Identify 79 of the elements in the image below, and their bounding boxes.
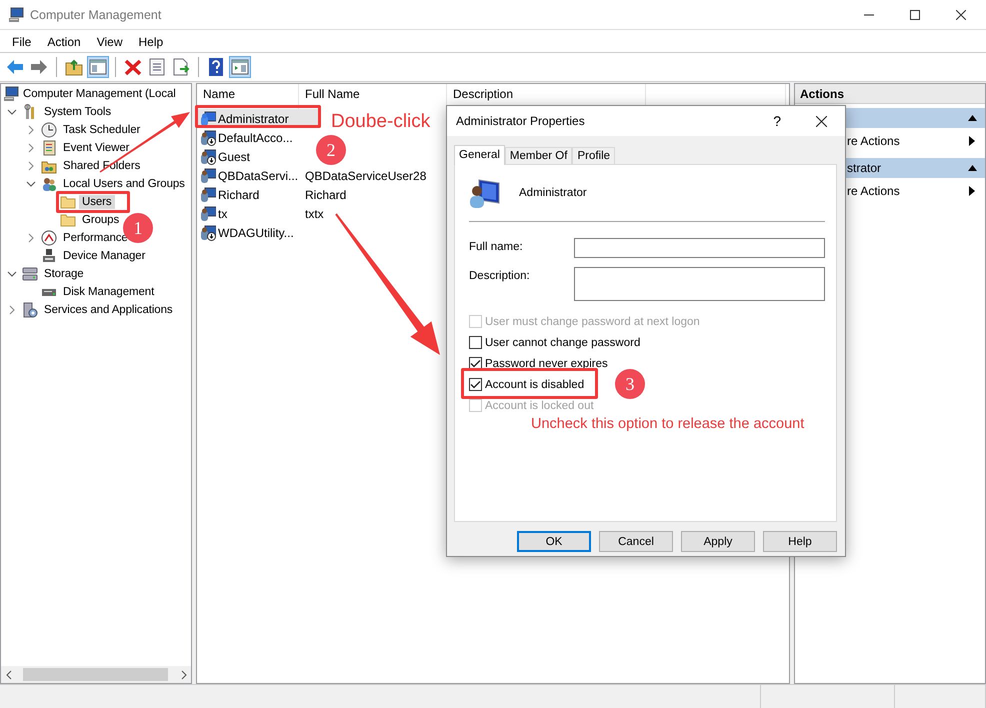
tree-item[interactable]: Local Users and Groups (60, 177, 188, 191)
clock-icon (41, 122, 57, 138)
tree-pane-button[interactable] (87, 56, 109, 78)
input-field[interactable] (574, 238, 825, 258)
menu-item[interactable]: Action (39, 33, 89, 49)
maximize-icon[interactable] (910, 10, 920, 20)
field-label: Full name: (469, 240, 524, 253)
dialog-tab[interactable]: Profile (572, 147, 616, 164)
users-icon (41, 176, 57, 192)
user-name: Administrator (519, 187, 587, 199)
submenu-arrow-icon[interactable] (969, 136, 975, 146)
tree-item[interactable]: Computer Management (Local (21, 87, 176, 101)
storage-icon (22, 266, 38, 282)
device-icon (41, 248, 57, 264)
collapse-triangle-icon[interactable] (968, 165, 977, 171)
user-row-name[interactable]: Richard (197, 185, 299, 204)
tree-item[interactable]: Performance (60, 231, 131, 245)
tree-item[interactable]: Task Scheduler (60, 123, 144, 137)
window-title: Computer Management (30, 8, 162, 22)
field-label: Description: (469, 269, 531, 282)
section-title: strator (847, 161, 882, 175)
tree-item[interactable]: Event Viewer (60, 141, 132, 155)
chevron-down-icon[interactable] (7, 109, 17, 115)
submenu-arrow-icon[interactable] (969, 186, 975, 196)
checkbox[interactable] (469, 336, 482, 349)
dialog-tab[interactable]: General (454, 145, 505, 165)
tree-item[interactable]: Storage (41, 267, 87, 281)
close-icon[interactable] (956, 10, 966, 20)
annotation-note: Uncheck this option to release the account (531, 416, 804, 432)
table-cell-text: txtx (304, 206, 325, 222)
close-icon[interactable] (816, 116, 827, 126)
chevron-right-icon[interactable] (28, 125, 34, 135)
tree-item[interactable]: Users (79, 195, 115, 209)
checkbox[interactable] (469, 357, 482, 370)
gauge-icon (41, 230, 57, 246)
action-pane-button[interactable] (229, 56, 251, 78)
checkbox-label[interactable]: User cannot change password (485, 336, 640, 348)
horizontal-scrollbar[interactable] (1, 666, 191, 683)
chevron-right-icon[interactable] (28, 161, 34, 171)
user-row-name[interactable]: tx (197, 204, 299, 223)
dialog-tab[interactable]: Member Of (504, 147, 572, 164)
table-cell-text: QBDataServiceUser28 (304, 168, 428, 184)
chevron-right-icon[interactable] (28, 143, 34, 153)
annotation-note: Doube-click (331, 111, 430, 133)
computer-icon (3, 86, 19, 102)
menu-item[interactable]: Help (130, 33, 172, 49)
help-button[interactable]: ? (773, 113, 781, 129)
dialog-button[interactable]: Cancel (599, 531, 673, 552)
tree-item[interactable]: Groups (79, 213, 122, 227)
chevron-down-icon[interactable] (7, 271, 17, 277)
computer-icon (8, 6, 24, 22)
collapse-triangle-icon[interactable] (968, 115, 977, 121)
menu-item[interactable]: View (88, 33, 130, 49)
dialog-button[interactable]: Apply (681, 531, 755, 552)
scroll-right-icon[interactable] (180, 670, 187, 680)
event-log-icon (41, 140, 57, 156)
actions-title: Actions (800, 87, 844, 101)
folder-icon (60, 212, 76, 228)
checkbox[interactable] (469, 378, 482, 391)
scroll-left-icon[interactable] (5, 670, 12, 680)
checkbox-label[interactable]: Password never expires (485, 358, 608, 370)
tree-item[interactable]: Services and Applications (41, 303, 176, 317)
tree-item[interactable]: Disk Management (60, 285, 158, 299)
table-cell-text: Richard (304, 186, 348, 204)
tree-item[interactable]: System Tools (41, 105, 114, 119)
user-icon (469, 177, 501, 209)
dialog-button[interactable]: OK (517, 531, 591, 552)
services-icon (22, 302, 38, 318)
input-field[interactable] (574, 267, 825, 301)
checkbox-label[interactable]: Account is disabled (485, 378, 584, 390)
chevron-down-icon[interactable] (26, 181, 36, 187)
folder-icon (60, 194, 76, 210)
menu-item[interactable]: File (4, 33, 40, 49)
user-row-name[interactable]: QBDataServi... (197, 166, 299, 185)
dialog-title: Administrator Properties (456, 114, 585, 128)
chevron-right-icon[interactable] (28, 233, 34, 243)
tree-item[interactable]: Device Manager (60, 249, 148, 263)
dialog-button[interactable]: Help (763, 531, 837, 552)
chevron-right-icon[interactable] (9, 305, 15, 315)
